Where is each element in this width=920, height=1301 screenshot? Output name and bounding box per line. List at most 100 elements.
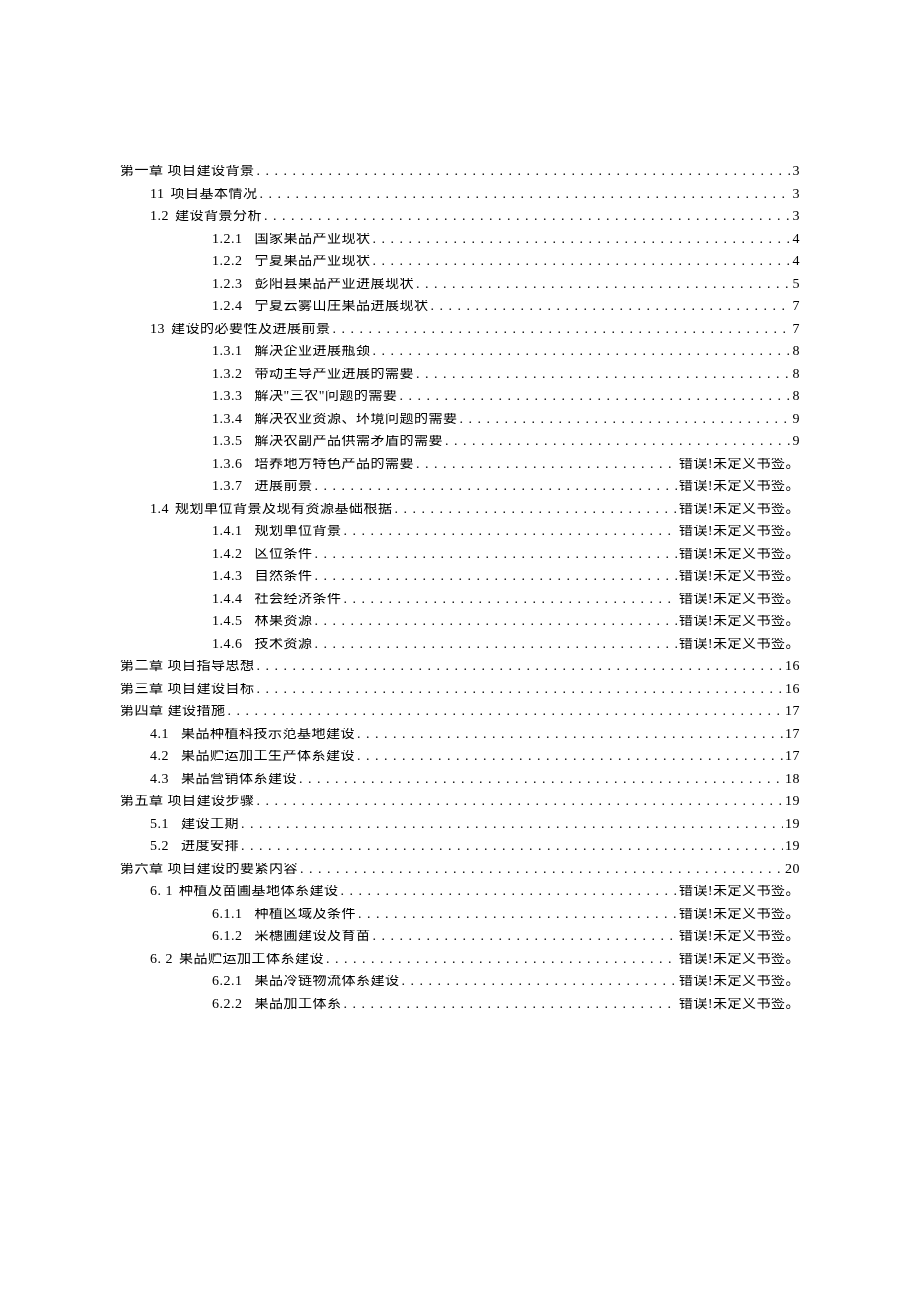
toc-entry-title: 果品贮运加工生产体系建设 [181, 750, 355, 764]
toc-page-number: 3 [791, 188, 801, 202]
toc-entry: 11项目基本情况3 [120, 188, 800, 202]
toc-page-error: 错误!未定义书签。 [677, 975, 800, 989]
toc-leader-dots [297, 773, 783, 787]
toc-page-error: 错误!未定义书签。 [677, 930, 800, 944]
toc-entry-number: 6. 2 [150, 953, 173, 967]
toc-entry: 13建设的必要性及进展前景7 [120, 323, 800, 337]
toc-leader-dots [371, 233, 791, 247]
toc-entry: 1.4.4社会经济条件错误!未定义书签。 [120, 593, 800, 607]
toc-entry-number: 6.2.1 [212, 975, 243, 989]
toc-entry: 6.1.1 种植区域及条件 错误!未定义书签。 [120, 908, 800, 922]
toc-entry: 6. 1种植及苗圃基地体系建设错误!未定义书签。 [120, 885, 800, 899]
toc-entry-title: 技术资源 [255, 638, 313, 652]
toc-entry: 1.3.2带动主导产业进展的需要8 [120, 368, 800, 382]
toc-entry-number: 1.3.4 [212, 413, 243, 427]
toc-entry-title: 林果资源 [255, 615, 313, 629]
toc-page-number: 17 [783, 750, 800, 764]
toc-entry-title: 项目基本情况 [170, 188, 257, 202]
toc-page-number: 18 [783, 773, 800, 787]
toc-page-number: 9 [791, 435, 801, 449]
toc-page-number: 7 [791, 323, 801, 337]
toc-entry-number: 1.4.5 [212, 615, 243, 629]
toc-entry-number: 5.1 [150, 818, 169, 832]
toc-entry-title: 国家果品产业现状 [255, 233, 371, 247]
document-page: 第一章 项目建设背景311项目基本情况31.2建设背景分析31.2.1国家果品产… [0, 0, 920, 1301]
toc-entry-number: 6.1.1 [212, 908, 243, 922]
toc-leader-dots [255, 660, 784, 674]
toc-entry-number: 1.4 [150, 503, 169, 517]
toc-entry-title: 进度安排 [181, 840, 239, 854]
toc-entry-number: 1.4.1 [212, 525, 243, 539]
toc-page-number: 19 [783, 795, 800, 809]
toc-entry: 1.3.5解决农副产品供需矛盾的需要9 [120, 435, 800, 449]
table-of-contents: 第一章 项目建设背景311项目基本情况31.2建设背景分析31.2.1国家果品产… [120, 165, 800, 1012]
toc-entry-title: 培养地方特色产品的需要 [255, 458, 415, 472]
toc-page-number: 16 [783, 660, 800, 674]
toc-leader-dots [298, 863, 783, 877]
toc-entry: 1.2.3彭阳县果品产业进展现状5 [120, 278, 800, 292]
toc-entry-number: 1.3.7 [212, 480, 243, 494]
toc-entry: 1.3.7进展前景错误!未定义书签。 [120, 480, 800, 494]
toc-entry-number: 1.2 [150, 210, 169, 224]
toc-entry-title: 第六章 项目建设的要紧内容 [120, 863, 298, 877]
toc-entry-title: 彭阳县果品产业进展现状 [255, 278, 415, 292]
toc-page-error: 错误!未定义书签。 [677, 908, 800, 922]
toc-leader-dots [255, 165, 791, 179]
toc-entry-title: 自然条件 [255, 570, 313, 584]
toc-entry: 1.4.3自然条件错误!未定义书签。 [120, 570, 800, 584]
toc-entry: 4.1果品种植科技示范基地建设17 [120, 728, 800, 742]
toc-leader-dots [414, 458, 677, 472]
toc-leader-dots [342, 593, 677, 607]
toc-entry-title: 解决"三农"问题的需要 [255, 390, 398, 404]
toc-entry: 6.1.2采穗圃建设及育苗错误!未定义书签。 [120, 930, 800, 944]
toc-entry: 1.3.6培养地方特色产品的需要错误!未定义书签。 [120, 458, 800, 472]
toc-page-error: 错误!未定义书签。 [677, 458, 800, 472]
toc-entry: 1.4.1规划单位背景错误!未定义书签。 [120, 525, 800, 539]
toc-entry-title: 规划单位背景及现有资源基础根据 [175, 503, 393, 517]
toc-page-number: 17 [783, 705, 800, 719]
toc-entry-number: 1.4.6 [212, 638, 243, 652]
toc-leader-dots [429, 300, 791, 314]
toc-leader-dots [371, 930, 677, 944]
toc-entry: 第一章 项目建设背景3 [120, 165, 800, 179]
toc-entry-title: 区位条件 [255, 548, 313, 562]
toc-entry-title: 第一章 项目建设背景 [120, 165, 255, 179]
toc-entry: 1.4规划单位背景及现有资源基础根据错误!未定义书签。 [120, 503, 800, 517]
toc-page-number: 7 [791, 300, 801, 314]
toc-entry-number: 4.3 [150, 773, 169, 787]
toc-leader-dots [313, 638, 677, 652]
toc-leader-dots [371, 345, 791, 359]
toc-entry-number: 1.4.2 [212, 548, 243, 562]
toc-leader-dots [255, 795, 784, 809]
toc-entry-number: 1.2.2 [212, 255, 243, 269]
toc-entry: 1.4.2区位条件错误!未定义书签。 [120, 548, 800, 562]
toc-entry-title: 解决企业进展瓶颈 [255, 345, 371, 359]
toc-entry-number: 1.3.2 [212, 368, 243, 382]
toc-entry-title: 果品种植科技示范基地建设 [181, 728, 355, 742]
toc-entry-title: 解决农副产品供需矛盾的需要 [255, 435, 444, 449]
toc-entry: 第三章 项目建设目标16 [120, 683, 800, 697]
toc-page-error: 错误!未定义书签。 [677, 570, 800, 584]
toc-entry-number: 1.4.4 [212, 593, 243, 607]
toc-page-number: 8 [791, 368, 801, 382]
toc-leader-dots [342, 998, 677, 1012]
toc-entry-title: 果品冷链物流体系建设 [255, 975, 400, 989]
toc-page-number: 4 [791, 255, 801, 269]
toc-leader-dots [400, 975, 677, 989]
toc-entry-title: 社会经济条件 [255, 593, 342, 607]
toc-leader-dots [255, 683, 784, 697]
toc-entry: 1.3.4解决农业资源、环境问题的需要9 [120, 413, 800, 427]
toc-entry-title: 种植区域及条件 [255, 908, 357, 922]
toc-leader-dots [239, 818, 783, 832]
toc-entry-number: 6. 1 [150, 885, 173, 899]
toc-leader-dots [239, 840, 783, 854]
toc-page-number: 8 [791, 345, 801, 359]
toc-entry: 1.3.1解决企业进展瓶颈8 [120, 345, 800, 359]
toc-entry-number: 1.2.3 [212, 278, 243, 292]
toc-leader-dots [443, 435, 791, 449]
toc-leader-dots [339, 885, 677, 899]
toc-leader-dots [313, 548, 677, 562]
toc-leader-dots [324, 953, 677, 967]
toc-page-number: 4 [791, 233, 801, 247]
toc-page-number: 16 [783, 683, 800, 697]
